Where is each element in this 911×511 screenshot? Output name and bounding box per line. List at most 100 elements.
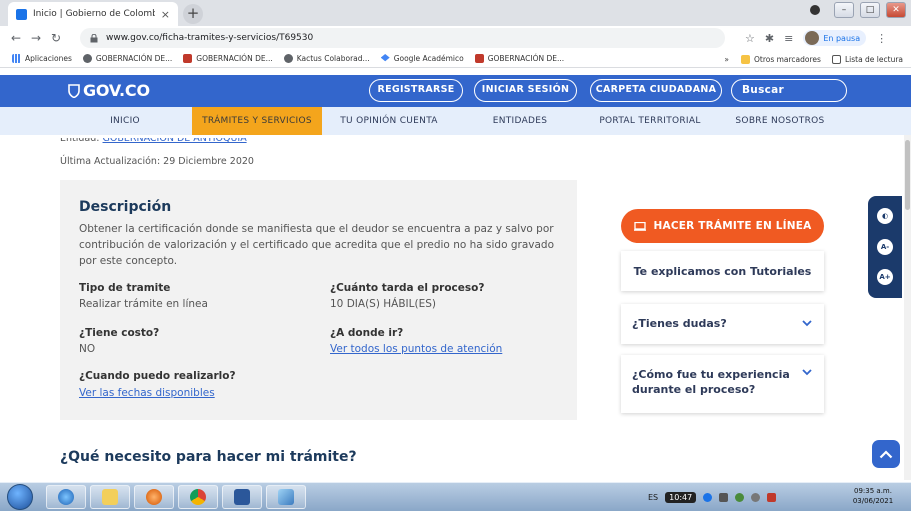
bookmark-item[interactable]: Kactus Colaborad... — [283, 54, 370, 63]
extensions-icon[interactable]: ✱ — [765, 32, 774, 45]
doubts-accordion[interactable]: ¿Tienes dudas? — [621, 304, 824, 344]
online-procedure-button[interactable]: HACER TRÁMITE EN LÍNEA — [621, 209, 824, 243]
requirements-heading: ¿Qué necesito para hacer mi trámite? — [60, 449, 357, 465]
chevron-up-icon — [879, 449, 893, 458]
chevron-down-icon — [802, 320, 812, 327]
description-text: Obtener la certificación donde se manifi… — [79, 223, 555, 267]
costo-label: ¿Tiene costo? — [79, 327, 160, 339]
contrast-icon[interactable]: ◐ — [877, 208, 893, 224]
network-icon[interactable] — [735, 492, 745, 502]
chevron-down-icon — [802, 369, 812, 376]
taskbar-ie[interactable] — [46, 485, 86, 509]
graduation-cap-icon — [380, 54, 390, 62]
available-dates-link[interactable]: Ver las fechas disponibles — [79, 387, 215, 399]
tarda-value: 10 DIA(S) HÁBIL(ES) — [330, 298, 436, 310]
reload-icon[interactable]: ↻ — [46, 31, 66, 45]
toolbar-actions: ☆ ✱ ≡ En pausa ⋮ — [745, 28, 887, 48]
doubts-label: ¿Tienes dudas? — [632, 317, 727, 330]
media-player-icon — [146, 489, 162, 505]
last-updated: Última Actualización: 29 Diciembre 2020 — [60, 156, 254, 167]
tipo-value: Realizar trámite en línea — [79, 298, 208, 310]
menu-item-inicio[interactable]: INICIO — [95, 107, 155, 135]
monitor-icon — [633, 221, 646, 231]
back-to-top-button[interactable] — [872, 440, 900, 468]
back-icon[interactable]: ← — [6, 31, 26, 45]
menu-item-tramites[interactable]: TRÁMITES Y SERVICIOS — [192, 107, 322, 135]
folder-icon — [740, 54, 750, 64]
register-button[interactable]: REGISTRARSE — [369, 79, 463, 102]
tarda-label: ¿Cuánto tarda el proceso? — [330, 282, 485, 294]
app-icon — [278, 489, 294, 505]
taskbar-media[interactable] — [134, 485, 174, 509]
login-button[interactable]: INICIAR SESIÓN — [474, 79, 577, 102]
folder-icon — [102, 489, 118, 505]
site-favicon-icon — [16, 8, 27, 20]
costo-value: NO — [79, 343, 96, 355]
reading-list-icon[interactable]: ≡ — [784, 32, 793, 45]
experience-accordion[interactable]: ¿Cómo fue tu experiencia durante el proc… — [621, 355, 824, 413]
tray-counter[interactable]: 10:47 — [665, 491, 697, 503]
close-tab-icon[interactable]: × — [161, 8, 170, 21]
bookmark-item[interactable]: Google Académico — [380, 54, 464, 63]
citizen-folder-button[interactable]: CARPETA CIUDADANA — [590, 79, 722, 102]
new-tab-button[interactable]: + — [183, 4, 203, 24]
font-decrease-icon[interactable]: A- — [877, 239, 893, 255]
search-input[interactable]: Buscar — [731, 79, 847, 102]
avatar — [805, 31, 820, 45]
reading-list-icon — [831, 54, 841, 64]
globe-icon — [283, 54, 293, 63]
donde-label: ¿A donde ir? — [330, 327, 404, 339]
lock-icon — [90, 33, 98, 42]
tutorials-card[interactable]: Te explicamos con Tutoriales — [621, 251, 824, 291]
taskbar-chrome[interactable] — [178, 485, 218, 509]
menu-item-portal-territorial[interactable]: PORTAL TERRITORIAL — [585, 107, 715, 135]
browser-tab[interactable]: Inicio | Gobierno de Colombia × — [8, 2, 178, 26]
bookmark-item[interactable]: GOBERNACIÓN DE... — [474, 54, 564, 63]
attention-points-link[interactable]: Ver todos los puntos de atención — [330, 343, 502, 355]
flag-icon[interactable] — [719, 492, 729, 502]
taskbar-word[interactable] — [222, 485, 262, 509]
taskbar-explorer[interactable] — [90, 485, 130, 509]
bookmark-star-icon[interactable]: ☆ — [745, 32, 755, 45]
experience-label-line1: ¿Cómo fue tu experiencia — [632, 368, 790, 381]
chrome-icon — [190, 489, 206, 505]
start-button[interactable] — [7, 484, 33, 510]
globe-icon — [82, 54, 92, 63]
bookmark-item[interactable]: GOBERNACIÓN DE... — [183, 54, 273, 63]
bookmarks-right: » Otros marcadores Lista de lectura — [724, 50, 903, 68]
menu-item-opinion[interactable]: TU OPINIÓN CUENTA — [330, 107, 448, 135]
reading-list[interactable]: Lista de lectura — [831, 54, 903, 64]
close-window-icon[interactable]: ✕ — [886, 2, 906, 18]
info-icon[interactable] — [703, 492, 713, 502]
taskbar-app[interactable] — [266, 485, 306, 509]
maximize-icon[interactable]: □ — [860, 2, 880, 18]
ie-icon — [58, 489, 74, 505]
menu-item-entidades[interactable]: ENTIDADES — [475, 107, 565, 135]
volume-icon[interactable] — [751, 492, 761, 502]
other-bookmarks[interactable]: Otros marcadores — [740, 54, 821, 64]
alert-icon[interactable] — [767, 492, 777, 502]
language-indicator[interactable]: ES — [648, 493, 658, 502]
menu-item-sobre-nosotros[interactable]: SOBRE NOSOTROS — [725, 107, 835, 135]
more-bookmarks-icon[interactable]: » — [724, 55, 729, 64]
clock-date: 03/06/2021 — [852, 497, 894, 505]
bookmark-item[interactable]: GOBERNACIÓN DE... — [82, 54, 172, 63]
browser-menu-icon[interactable]: ⋮ — [876, 32, 887, 45]
scrollbar-thumb[interactable] — [905, 140, 910, 210]
gobernacion-icon — [183, 54, 193, 63]
apps-grid-icon — [12, 54, 21, 63]
gov-logo[interactable]: GOV.CO — [68, 81, 150, 100]
cuando-label: ¿Cuando puedo realizarlo? — [79, 370, 236, 382]
minimize-icon[interactable]: – — [834, 2, 854, 18]
profile-status: En pausa — [823, 33, 861, 43]
experience-label-line2: durante el proceso? — [632, 383, 756, 396]
font-increase-icon[interactable]: A+ — [877, 269, 893, 285]
tipo-label: Tipo de tramite — [79, 282, 171, 294]
address-bar[interactable]: www.gov.co/ficha-tramites-y-servicios/T6… — [80, 28, 725, 48]
record-indicator-icon — [810, 5, 820, 15]
profile-button[interactable]: En pausa — [803, 30, 867, 46]
url-text: www.gov.co/ficha-tramites-y-servicios/T6… — [106, 33, 314, 43]
bookmark-apps[interactable]: Aplicaciones — [12, 54, 72, 63]
system-clock[interactable]: 09:35 a.m. 03/06/2021 — [848, 486, 898, 506]
forward-icon[interactable]: → — [26, 31, 46, 45]
